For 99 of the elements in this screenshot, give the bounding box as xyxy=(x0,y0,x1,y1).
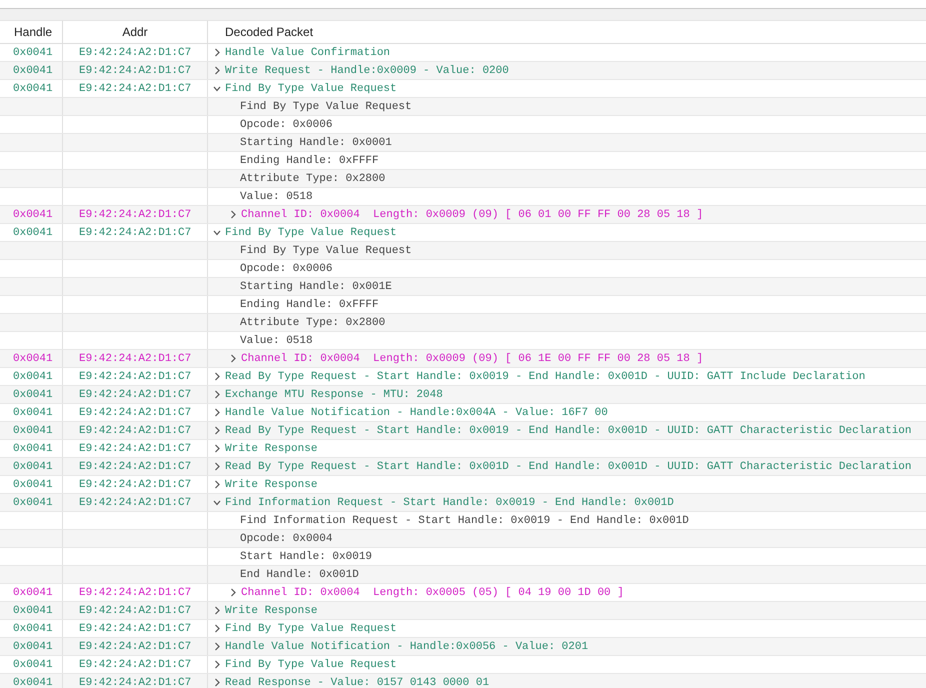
chevron-right-icon[interactable] xyxy=(213,642,221,651)
handle-cell: 0x0041 xyxy=(13,658,53,670)
address-cell: E9:42:24:A2:D1:C7 xyxy=(79,460,192,472)
handle-cell: 0x0041 xyxy=(13,622,53,634)
packet-field: Attribute Type: 0x2800 xyxy=(240,172,386,184)
chevron-right-icon[interactable] xyxy=(229,354,237,363)
address-cell: E9:42:24:A2:D1:C7 xyxy=(79,442,192,454)
address-cell: E9:42:24:A2:D1:C7 xyxy=(79,352,192,364)
address-cell: E9:42:24:A2:D1:C7 xyxy=(79,622,192,634)
packet-summary[interactable]: Exchange MTU Response - MTU: 2048 xyxy=(225,388,443,400)
address-cell: E9:42:24:A2:D1:C7 xyxy=(79,478,192,490)
chevron-right-icon[interactable] xyxy=(229,210,237,219)
handle-cell: 0x0041 xyxy=(13,388,53,400)
chevron-right-icon[interactable] xyxy=(213,660,221,669)
handle-cell: 0x0041 xyxy=(13,64,53,76)
packet-summary[interactable]: Find By Type Value Request xyxy=(225,658,397,670)
packet-field: Opcode: 0x0004 xyxy=(240,532,332,544)
chevron-down-icon[interactable] xyxy=(213,228,221,237)
packet-field: Find By Type Value Request xyxy=(240,244,412,256)
address-cell: E9:42:24:A2:D1:C7 xyxy=(79,64,192,76)
packet-summary[interactable]: Find By Type Value Request xyxy=(225,82,397,94)
packet-field: Starting Handle: 0x001E xyxy=(240,280,392,292)
address-cell: E9:42:24:A2:D1:C7 xyxy=(79,82,192,94)
packet-summary[interactable]: Read Response - Value: 0157 0143 0000 01 xyxy=(225,676,490,688)
address-cell: E9:42:24:A2:D1:C7 xyxy=(79,388,192,400)
chevron-down-icon[interactable] xyxy=(213,498,221,507)
chevron-right-icon[interactable] xyxy=(213,426,221,435)
chevron-down-icon[interactable] xyxy=(213,84,221,93)
packet-summary[interactable]: Read By Type Request - Start Handle: 0x0019 - End Handle: 0x001D - UUID: GATT Characteristic Declaration xyxy=(225,424,912,436)
packet-summary[interactable]: Handle Value Notification - Handle:0x004A - Value: 16F7 00 xyxy=(225,406,608,418)
chevron-right-icon[interactable] xyxy=(213,390,221,399)
handle-cell: 0x0041 xyxy=(13,442,53,454)
chevron-right-icon[interactable] xyxy=(213,66,221,75)
packet-summary[interactable]: Write Request - Handle:0x0009 - Value: 0200 xyxy=(225,64,509,76)
chevron-right-icon[interactable] xyxy=(213,678,221,687)
handle-cell: 0x0041 xyxy=(13,586,53,598)
packet-field: Attribute Type: 0x2800 xyxy=(240,316,386,328)
handle-cell: 0x0041 xyxy=(13,370,53,382)
handle-cell: 0x0041 xyxy=(13,640,53,652)
address-cell: E9:42:24:A2:D1:C7 xyxy=(79,370,192,382)
handle-cell: 0x0041 xyxy=(13,208,53,220)
packet-summary[interactable]: Channel ID: 0x0004 Length: 0x0005 (05) [ 04 19 00 1D 00 ] xyxy=(241,586,624,598)
address-cell: E9:42:24:A2:D1:C7 xyxy=(79,46,192,58)
address-cell: E9:42:24:A2:D1:C7 xyxy=(79,208,192,220)
packet-summary[interactable]: Channel ID: 0x0004 Length: 0x0009 (09) [ 06 1E 00 FF FF 00 28 05 18 ] xyxy=(241,352,704,364)
packet-field: Start Handle: 0x0019 xyxy=(240,550,372,562)
address-cell: E9:42:24:A2:D1:C7 xyxy=(79,604,192,616)
handle-cell: 0x0041 xyxy=(13,46,53,58)
address-cell: E9:42:24:A2:D1:C7 xyxy=(79,640,192,652)
handle-cell: 0x0041 xyxy=(13,82,53,94)
packet-summary[interactable]: Find By Type Value Request xyxy=(225,622,397,634)
address-cell: E9:42:24:A2:D1:C7 xyxy=(79,658,192,670)
address-cell: E9:42:24:A2:D1:C7 xyxy=(79,406,192,418)
handle-cell: 0x0041 xyxy=(13,676,53,688)
packet-summary[interactable]: Find By Type Value Request xyxy=(225,226,397,238)
handle-cell: 0x0041 xyxy=(13,226,53,238)
packet-field: Opcode: 0x0006 xyxy=(240,262,332,274)
chevron-right-icon[interactable] xyxy=(213,480,221,489)
address-cell: E9:42:24:A2:D1:C7 xyxy=(79,424,192,436)
address-cell: E9:42:24:A2:D1:C7 xyxy=(79,586,192,598)
column-header[interactable]: Decoded Packet xyxy=(225,25,314,39)
handle-cell: 0x0041 xyxy=(13,604,53,616)
packet-summary[interactable]: Write Response xyxy=(225,442,318,454)
chevron-right-icon[interactable] xyxy=(213,444,221,453)
packet-field: End Handle: 0x001D xyxy=(240,568,359,580)
handle-cell: 0x0041 xyxy=(13,496,53,508)
packet-field: Ending Handle: 0xFFFF xyxy=(240,298,379,310)
packet-summary[interactable]: Channel ID: 0x0004 Length: 0x0009 (09) [ 06 01 00 FF FF 00 28 05 18 ] xyxy=(241,208,704,220)
chevron-right-icon[interactable] xyxy=(213,606,221,615)
packet-field: Value: 0518 xyxy=(240,334,313,346)
handle-cell: 0x0041 xyxy=(13,406,53,418)
packet-summary[interactable]: Handle Value Confirmation xyxy=(225,46,390,58)
address-cell: E9:42:24:A2:D1:C7 xyxy=(79,226,192,238)
chevron-right-icon[interactable] xyxy=(213,48,221,57)
packet-summary[interactable]: Write Response xyxy=(225,478,318,490)
address-cell: E9:42:24:A2:D1:C7 xyxy=(79,496,192,508)
chevron-right-icon[interactable] xyxy=(213,462,221,471)
address-cell: E9:42:24:A2:D1:C7 xyxy=(79,676,192,688)
packet-summary[interactable]: Handle Value Notification - Handle:0x0056 - Value: 0201 xyxy=(225,640,588,652)
chevron-right-icon[interactable] xyxy=(213,372,221,381)
packet-field: Starting Handle: 0x0001 xyxy=(240,136,392,148)
packet-summary[interactable]: Read By Type Request - Start Handle: 0x0019 - End Handle: 0x001D - UUID: GATT Include Declaration xyxy=(225,370,866,382)
chevron-right-icon[interactable] xyxy=(229,588,237,597)
handle-cell: 0x0041 xyxy=(13,478,53,490)
packet-field: Find By Type Value Request xyxy=(240,100,412,112)
packet-summary[interactable]: Find Information Request - Start Handle: 0x0019 - End Handle: 0x001D xyxy=(225,496,674,508)
handle-cell: 0x0041 xyxy=(13,460,53,472)
chevron-right-icon[interactable] xyxy=(213,408,221,417)
column-header[interactable]: Handle xyxy=(14,25,52,39)
packet-summary[interactable]: Read By Type Request - Start Handle: 0x001D - End Handle: 0x001D - UUID: GATT Characteristic Declaration xyxy=(225,460,912,472)
packet-field: Ending Handle: 0xFFFF xyxy=(240,154,379,166)
column-header[interactable]: Addr xyxy=(122,25,148,39)
packet-field: Find Information Request - Start Handle: 0x0019 - End Handle: 0x001D xyxy=(240,514,689,526)
handle-cell: 0x0041 xyxy=(13,352,53,364)
handle-cell: 0x0041 xyxy=(13,424,53,436)
packet-field: Opcode: 0x0006 xyxy=(240,118,332,130)
packet-field: Value: 0518 xyxy=(240,190,313,202)
packet-summary[interactable]: Write Response xyxy=(225,604,318,616)
chevron-right-icon[interactable] xyxy=(213,624,221,633)
